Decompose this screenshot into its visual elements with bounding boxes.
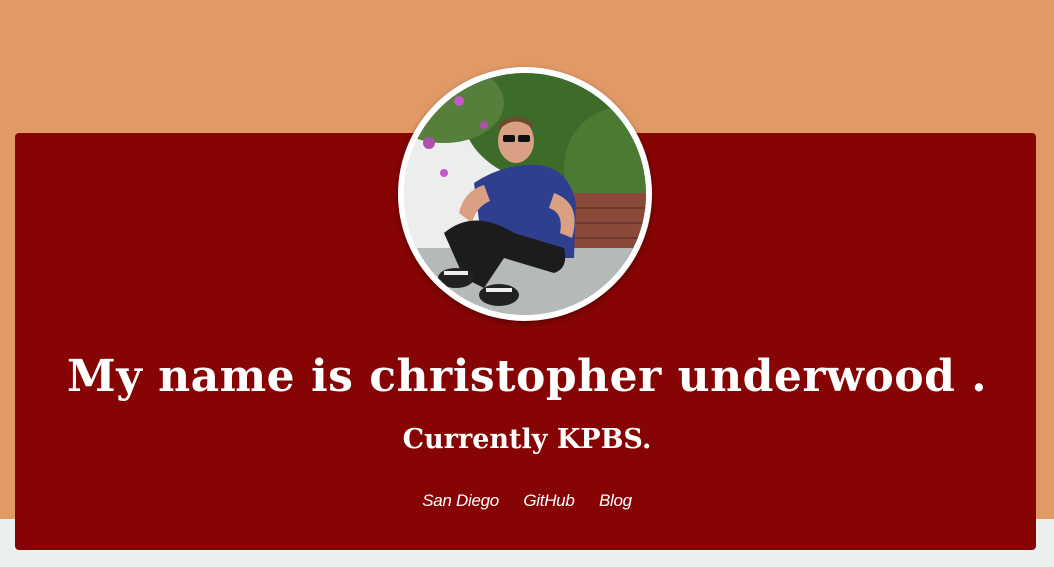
page-subtitle: Currently KPBS. xyxy=(402,424,652,455)
avatar-photo xyxy=(404,73,646,315)
avatar xyxy=(398,67,652,321)
blog-link[interactable]: Blog xyxy=(599,491,632,510)
page-title: My name is christopher underwood . xyxy=(66,351,988,402)
location-link[interactable]: San Diego xyxy=(422,491,499,510)
link-item: GitHub xyxy=(523,491,574,511)
link-item: San Diego xyxy=(422,491,499,511)
page: My name is christopher underwood . Curre… xyxy=(0,0,1054,567)
link-item: Blog xyxy=(599,491,632,511)
github-link[interactable]: GitHub xyxy=(523,491,574,510)
profile-links: San Diego GitHub Blog xyxy=(0,491,1054,511)
